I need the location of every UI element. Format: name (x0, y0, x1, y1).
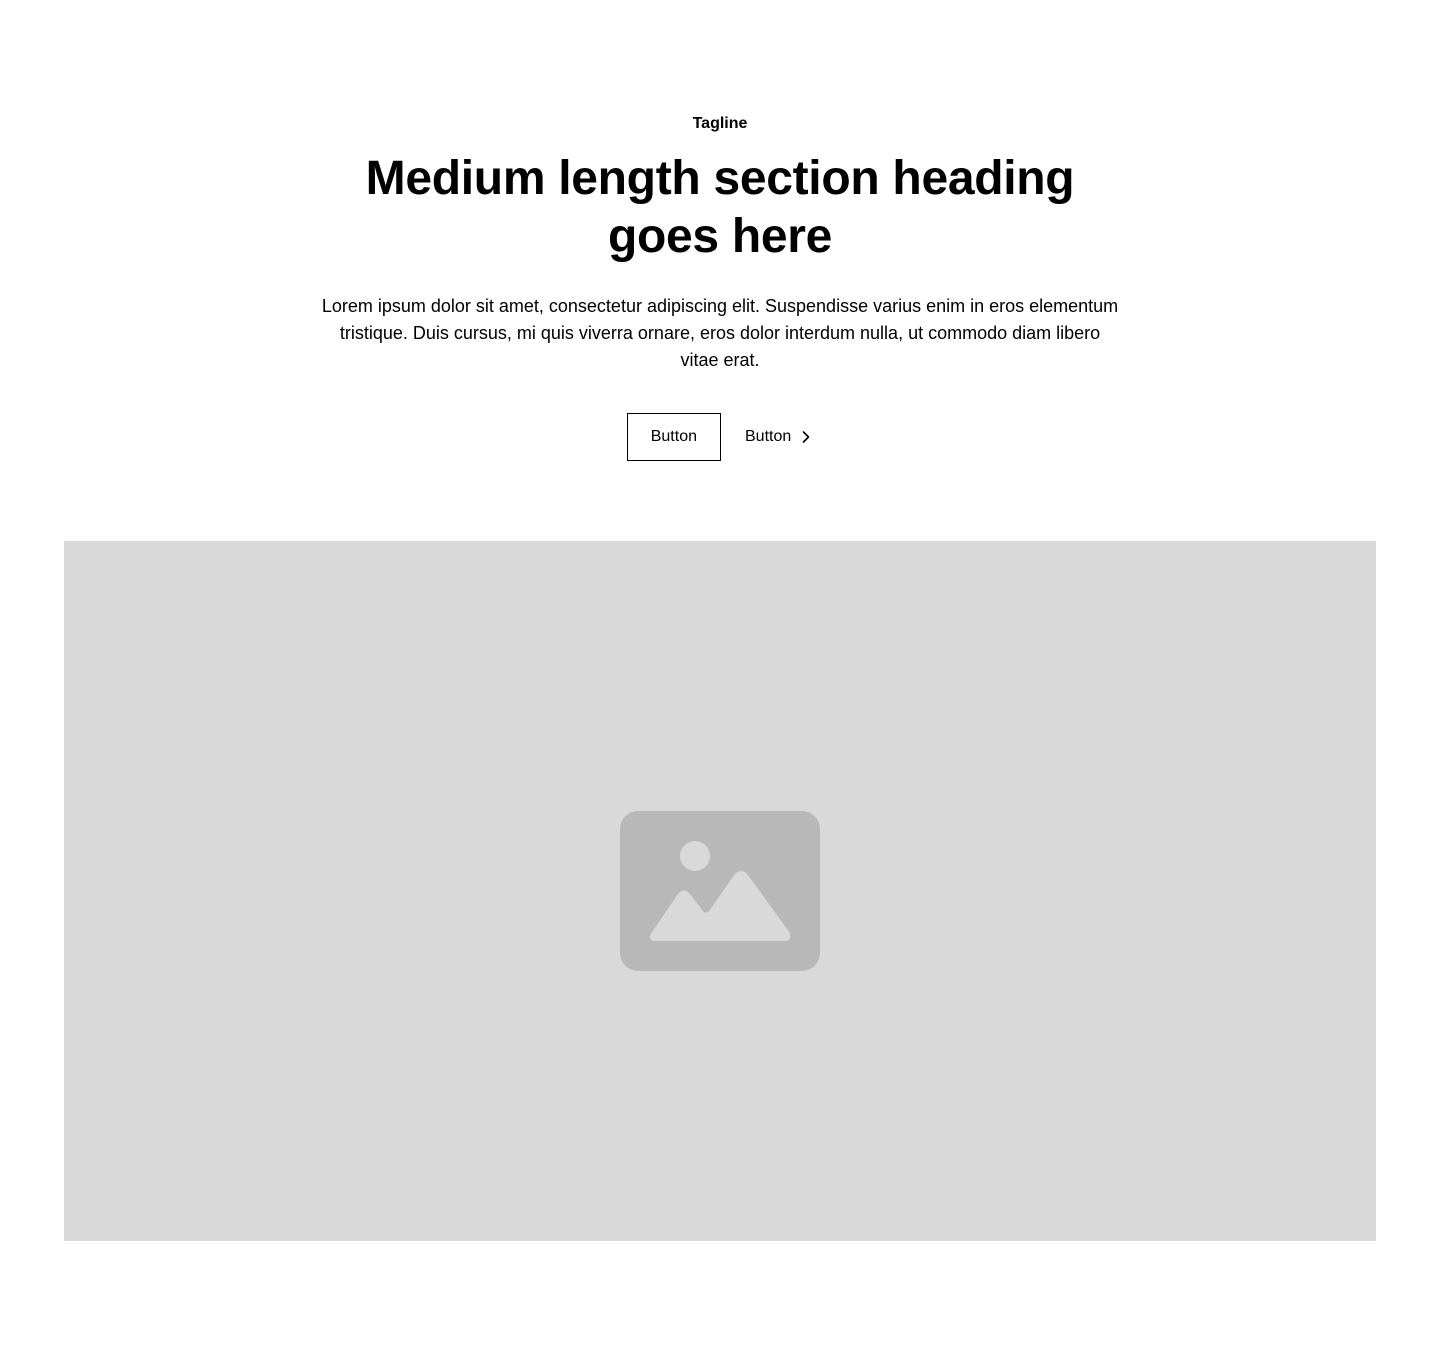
tagline: Tagline (692, 115, 748, 132)
image-placeholder (64, 541, 1376, 1241)
link-button-label: Button (745, 428, 792, 445)
button-group: Button Button (0, 413, 1440, 461)
secondary-button[interactable]: Button (626, 413, 721, 461)
header-section: Tagline Medium length section heading go… (0, 0, 1440, 1353)
section-description: Lorem ipsum dolor sit amet, consectetur … (321, 296, 1119, 370)
chevron-right-icon (802, 431, 810, 443)
image-placeholder-icon (620, 811, 820, 971)
link-button[interactable]: Button (745, 413, 813, 461)
section-heading: Medium length section heading goes here (365, 152, 1075, 263)
